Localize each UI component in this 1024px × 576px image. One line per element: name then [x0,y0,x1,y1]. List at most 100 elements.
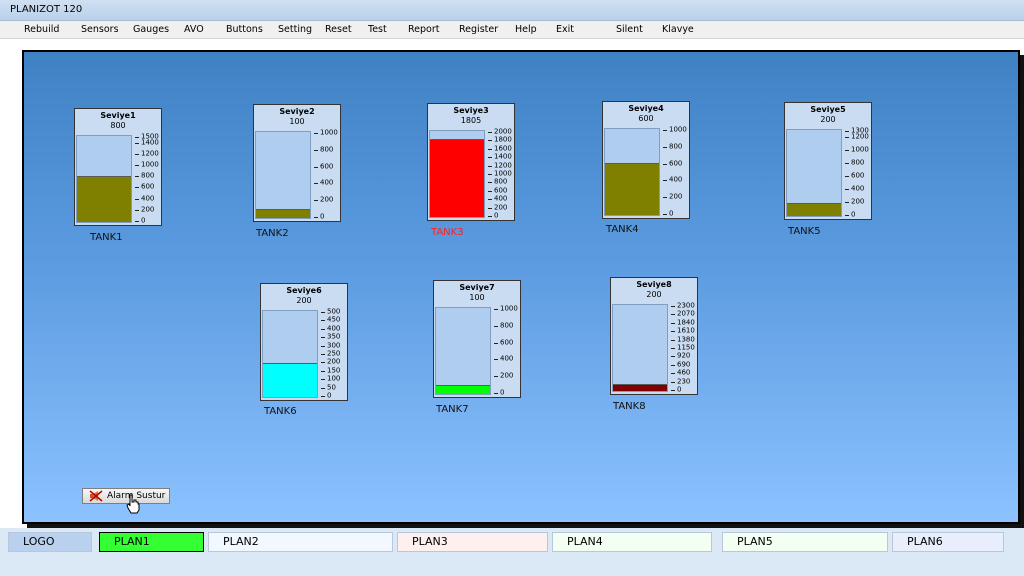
plan-tab-plan5[interactable]: PLAN5 [722,532,888,552]
level-scale: 2000 1800 1600 1400 1200 1000 800 600 400 200 0 [486,128,516,220]
scale-tick [845,202,849,204]
menu-setting[interactable]: Setting [278,24,312,35]
scale-tick [321,387,325,389]
menu-sensors[interactable]: Sensors [81,24,119,35]
level-fill [256,209,310,218]
menu-gauges[interactable]: Gauges [133,24,169,35]
menu-help[interactable]: Help [515,24,537,35]
level-fill [430,139,484,217]
scale-tick [314,149,318,151]
scale-tick-label: 400 [320,178,334,187]
tank-label-tank3: TANK3 [431,227,464,238]
scale-tick-label: 2000 [494,127,512,136]
tank-label-tank7: TANK7 [436,404,469,415]
scale-tick-label: 920 [677,351,691,360]
scale-tick [494,309,498,310]
level-bar [262,310,318,398]
gauge-name: Seviye1 [100,111,136,120]
plan-tab-logo[interactable]: LOGO [8,532,92,552]
scale-tick-label: 0 [677,385,682,394]
scale-tick-label: 1000 [669,125,687,134]
plan-tab-plan6[interactable]: PLAN6 [892,532,1004,552]
menu-silent[interactable]: Silent [616,24,643,35]
menu-report[interactable]: Report [408,24,440,35]
scale-tick-label: 800 [320,145,334,154]
gauge-value: 600 [638,114,654,123]
gauge-seviye7: Seviye7 100 1000 800 600 400 200 0 [433,280,521,398]
menu-buttons[interactable]: Buttons [226,24,263,35]
scale-tick-label: 1000 [851,145,869,154]
scale-tick [671,348,675,349]
scale-tick-label: 450 [327,315,341,324]
scale-tick [135,142,139,144]
scale-tick-label: 800 [141,171,155,180]
scale-tick [671,364,675,366]
scale-tick [488,190,492,192]
menu-avo[interactable]: AVO [184,24,204,35]
gauge-name: Seviye4 [628,104,664,113]
plan-canvas: Seviye1 800 1500 1400 1200 1000 800 600 400 200… [22,50,1020,524]
hand-cursor-icon [126,494,140,514]
scale-tick-label: 200 [669,192,683,201]
scale-tick [845,163,849,165]
scale-tick-label: 0 [669,209,674,218]
scale-tick [321,345,325,347]
plan-tab-plan3[interactable]: PLAN3 [397,532,548,552]
level-scale: 1500 1400 1200 1000 800 600 400 200 0 [133,133,163,225]
menu-reset[interactable]: Reset [325,24,352,35]
scale-tick [663,146,667,148]
gauge-value: 100 [289,117,305,126]
level-bar [604,128,660,216]
level-bar [255,131,311,219]
level-fill [605,163,659,215]
plan-tab-plan1[interactable]: PLAN1 [99,532,204,552]
menu-test[interactable]: Test [368,24,387,35]
scale-tick [845,131,849,132]
plan-tab-plan4[interactable]: PLAN4 [552,532,712,552]
plan-tab-plan2[interactable]: PLAN2 [208,532,393,552]
scale-tick [135,187,139,189]
scale-tick-label: 1200 [141,149,159,158]
scale-tick-label: 400 [141,194,155,203]
scale-tick [494,359,498,361]
menu-register[interactable]: Register [459,24,498,35]
scale-tick [314,183,318,185]
gauge-value: 100 [469,293,485,302]
scale-tick-label: 400 [851,184,865,193]
scale-tick-label: 800 [851,158,865,167]
menu-exit[interactable]: Exit [556,24,574,35]
scale-tick [488,174,492,175]
title-bar: PLANIZOT 120 [0,0,1024,21]
scale-tick [321,312,325,313]
level-bar [429,130,485,218]
tank-label-tank6: TANK6 [264,406,297,417]
scale-tick-label: 500 [327,307,341,316]
menu-rebuild[interactable]: Rebuild [24,24,59,35]
scale-tick [135,137,139,138]
scale-tick [135,198,139,200]
scale-tick [671,373,675,375]
scale-tick [321,328,325,330]
scale-tick-label: 1000 [500,304,518,313]
scale-tick-label: 400 [327,324,341,333]
scale-tick-label: 350 [327,332,341,341]
gauge-name: Seviye5 [810,105,846,114]
scale-tick-label: 800 [494,177,508,186]
scale-tick-label: 0 [141,216,146,225]
scale-tick [663,214,667,215]
scale-tick-label: 600 [494,186,508,195]
menu-bar: Rebuild Sensors Gauges AVO Buttons Setti… [0,21,1024,39]
scale-tick [135,176,139,178]
scale-tick-label: 400 [669,175,683,184]
scale-tick [671,314,675,316]
scale-tick-label: 800 [500,321,514,330]
window-title: PLANIZOT 120 [10,4,83,15]
scale-tick [845,176,849,178]
scale-tick [671,356,675,358]
scale-tick [845,215,849,216]
scale-tick [135,153,139,155]
gauge-seviye3: Seviye3 1805 2000 1800 1600 1400 1200 1000 800… [427,103,515,221]
scale-tick [488,182,492,184]
scale-tick-label: 1200 [494,161,512,170]
menu-klavye[interactable]: Klavye [662,24,694,35]
